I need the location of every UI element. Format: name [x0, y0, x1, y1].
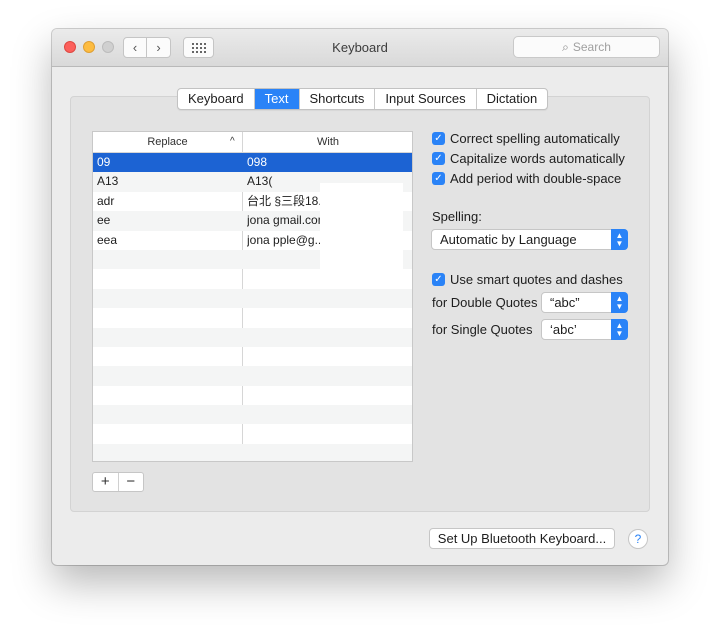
replace-cell: eea	[97, 232, 118, 247]
double-quotes-label: for Double Quotes	[432, 295, 538, 310]
redacted-area	[320, 183, 403, 279]
checkbox-checked-icon: ✓	[432, 273, 445, 286]
tab-shortcuts[interactable]: Shortcuts	[300, 89, 376, 109]
tab-bar: Keyboard Text Shortcuts Input Sources Di…	[177, 88, 549, 110]
double-quotes-value: “abc”	[550, 295, 580, 310]
table-row[interactable]	[93, 405, 412, 425]
single-quotes-label: for Single Quotes	[432, 322, 533, 337]
add-period-checkbox[interactable]: ✓ Add period with double-space	[432, 171, 621, 186]
table-row[interactable]	[93, 288, 412, 309]
single-quotes-popup[interactable]: ‘abc’ ▲ ▼	[541, 319, 628, 340]
title-bar: ‹ › Keyboard ⌕ Search	[52, 29, 668, 67]
replace-cell: ee	[97, 213, 111, 228]
capitalize-words-label: Capitalize words automatically	[450, 151, 625, 166]
table-row[interactable]	[93, 424, 412, 443]
replace-cell: 09	[97, 155, 111, 169]
search-placeholder: Search	[572, 40, 611, 54]
popup-arrows-icon: ▲ ▼	[611, 292, 628, 313]
table-row[interactable]	[93, 347, 412, 366]
checkbox-checked-icon: ✓	[432, 172, 445, 185]
single-quotes-value: ‘abc’	[550, 322, 577, 337]
keyboard-preferences-window: ‹ › Keyboard ⌕ Search Keyboard Text Shor…	[52, 29, 668, 565]
remove-button[interactable]: −	[119, 473, 144, 491]
search-field[interactable]: ⌕ Search	[513, 36, 660, 58]
tab-dictation[interactable]: Dictation	[477, 89, 548, 109]
replace-cell: adr	[97, 193, 115, 208]
table-row[interactable]	[93, 308, 412, 327]
spelling-value: Automatic by Language	[440, 232, 577, 247]
double-quotes-popup[interactable]: “abc” ▲ ▼	[541, 292, 628, 313]
text-replacements-table[interactable]: Replace ^ With 09 098 A13 A13( adr 台北 §三…	[92, 131, 413, 462]
column-header-replace[interactable]: Replace ^	[93, 132, 243, 152]
table-row[interactable]	[93, 443, 412, 461]
with-cell: 098	[247, 155, 268, 169]
set-up-bluetooth-keyboard-button[interactable]: Set Up Bluetooth Keyboard...	[429, 528, 615, 549]
help-button[interactable]: ?	[628, 529, 648, 549]
correct-spelling-label: Correct spelling automatically	[450, 131, 620, 146]
spelling-popup[interactable]: Automatic by Language ▲ ▼	[431, 229, 628, 250]
smart-quotes-label: Use smart quotes and dashes	[450, 272, 623, 287]
add-button[interactable]: +	[93, 473, 119, 491]
column-header-with[interactable]: With	[243, 132, 412, 152]
tab-keyboard[interactable]: Keyboard	[178, 89, 255, 109]
table-row[interactable]	[93, 366, 412, 386]
add-remove-control: + −	[92, 472, 144, 492]
column-header-replace-label: Replace	[147, 136, 188, 148]
table-row[interactable]	[93, 386, 412, 405]
table-row[interactable]	[93, 327, 412, 347]
capitalize-words-checkbox[interactable]: ✓ Capitalize words automatically	[432, 151, 625, 166]
tab-text[interactable]: Text	[254, 89, 300, 109]
replace-cell: A13	[97, 174, 119, 189]
search-icon: ⌕	[562, 39, 569, 54]
checkbox-checked-icon: ✓	[432, 152, 445, 165]
add-period-label: Add period with double-space	[450, 171, 622, 186]
sort-ascending-icon: ^	[230, 136, 235, 147]
correct-spelling-checkbox[interactable]: ✓ Correct spelling automatically	[432, 131, 620, 146]
spelling-label: Spelling:	[432, 209, 482, 224]
table-row[interactable]: 09 098	[93, 153, 412, 173]
popup-arrows-icon: ▲ ▼	[611, 319, 628, 340]
table-header: Replace ^ With	[93, 132, 412, 153]
checkbox-checked-icon: ✓	[432, 132, 445, 145]
popup-arrows-icon: ▲ ▼	[611, 229, 628, 250]
tab-input-sources[interactable]: Input Sources	[375, 89, 477, 109]
smart-quotes-checkbox[interactable]: ✓ Use smart quotes and dashes	[432, 272, 623, 287]
